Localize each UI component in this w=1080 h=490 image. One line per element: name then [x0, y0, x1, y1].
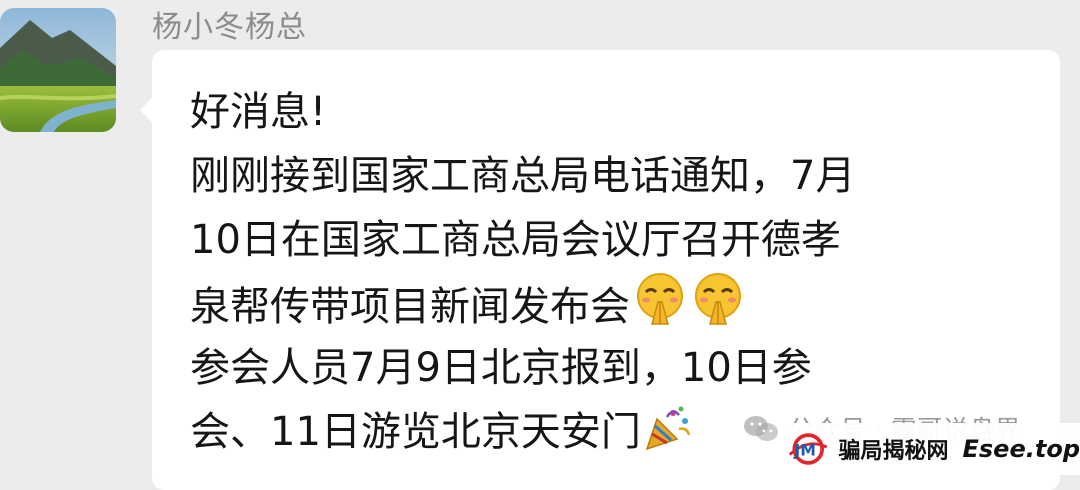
message-line: 泉帮传带项目新闻发布会 [190, 284, 630, 330]
landscape-avatar-image [0, 8, 116, 132]
jm-logo-icon: JM [786, 431, 830, 467]
avatar[interactable] [0, 8, 116, 132]
message-line: 会、11日游览北京天安门 [190, 409, 641, 455]
message-line-with-emoji: 泉帮传带项目新闻发布会 [190, 272, 1040, 336]
message-line: 10日在国家工商总局会议厅召开德孝 [190, 208, 1040, 272]
praying-smile-emoji [632, 272, 688, 345]
svg-text:JM: JM [793, 440, 816, 459]
message-line: 刚刚接到国家工商总局电话通知，7月 [190, 144, 1040, 208]
site-watermark: JM 骗局揭秘网 Esee.top [780, 423, 1080, 475]
wechat-icon [742, 414, 780, 444]
party-popper-emoji [643, 403, 693, 470]
site-name: 骗局揭秘网 [838, 433, 948, 465]
message-line: 参会人员7月9日北京报到，10日参 [190, 336, 1040, 400]
site-domain: Esee.top [963, 435, 1080, 463]
praying-smile-emoji [690, 272, 746, 345]
message-text: 好消息! 刚刚接到国家工商总局电话通知，7月 10日在国家工商总局会议厅召开德孝… [190, 80, 1040, 464]
sender-name: 杨小冬杨总 [152, 2, 307, 46]
bubble-tail [140, 98, 152, 122]
message-line: 好消息! [190, 80, 1040, 144]
